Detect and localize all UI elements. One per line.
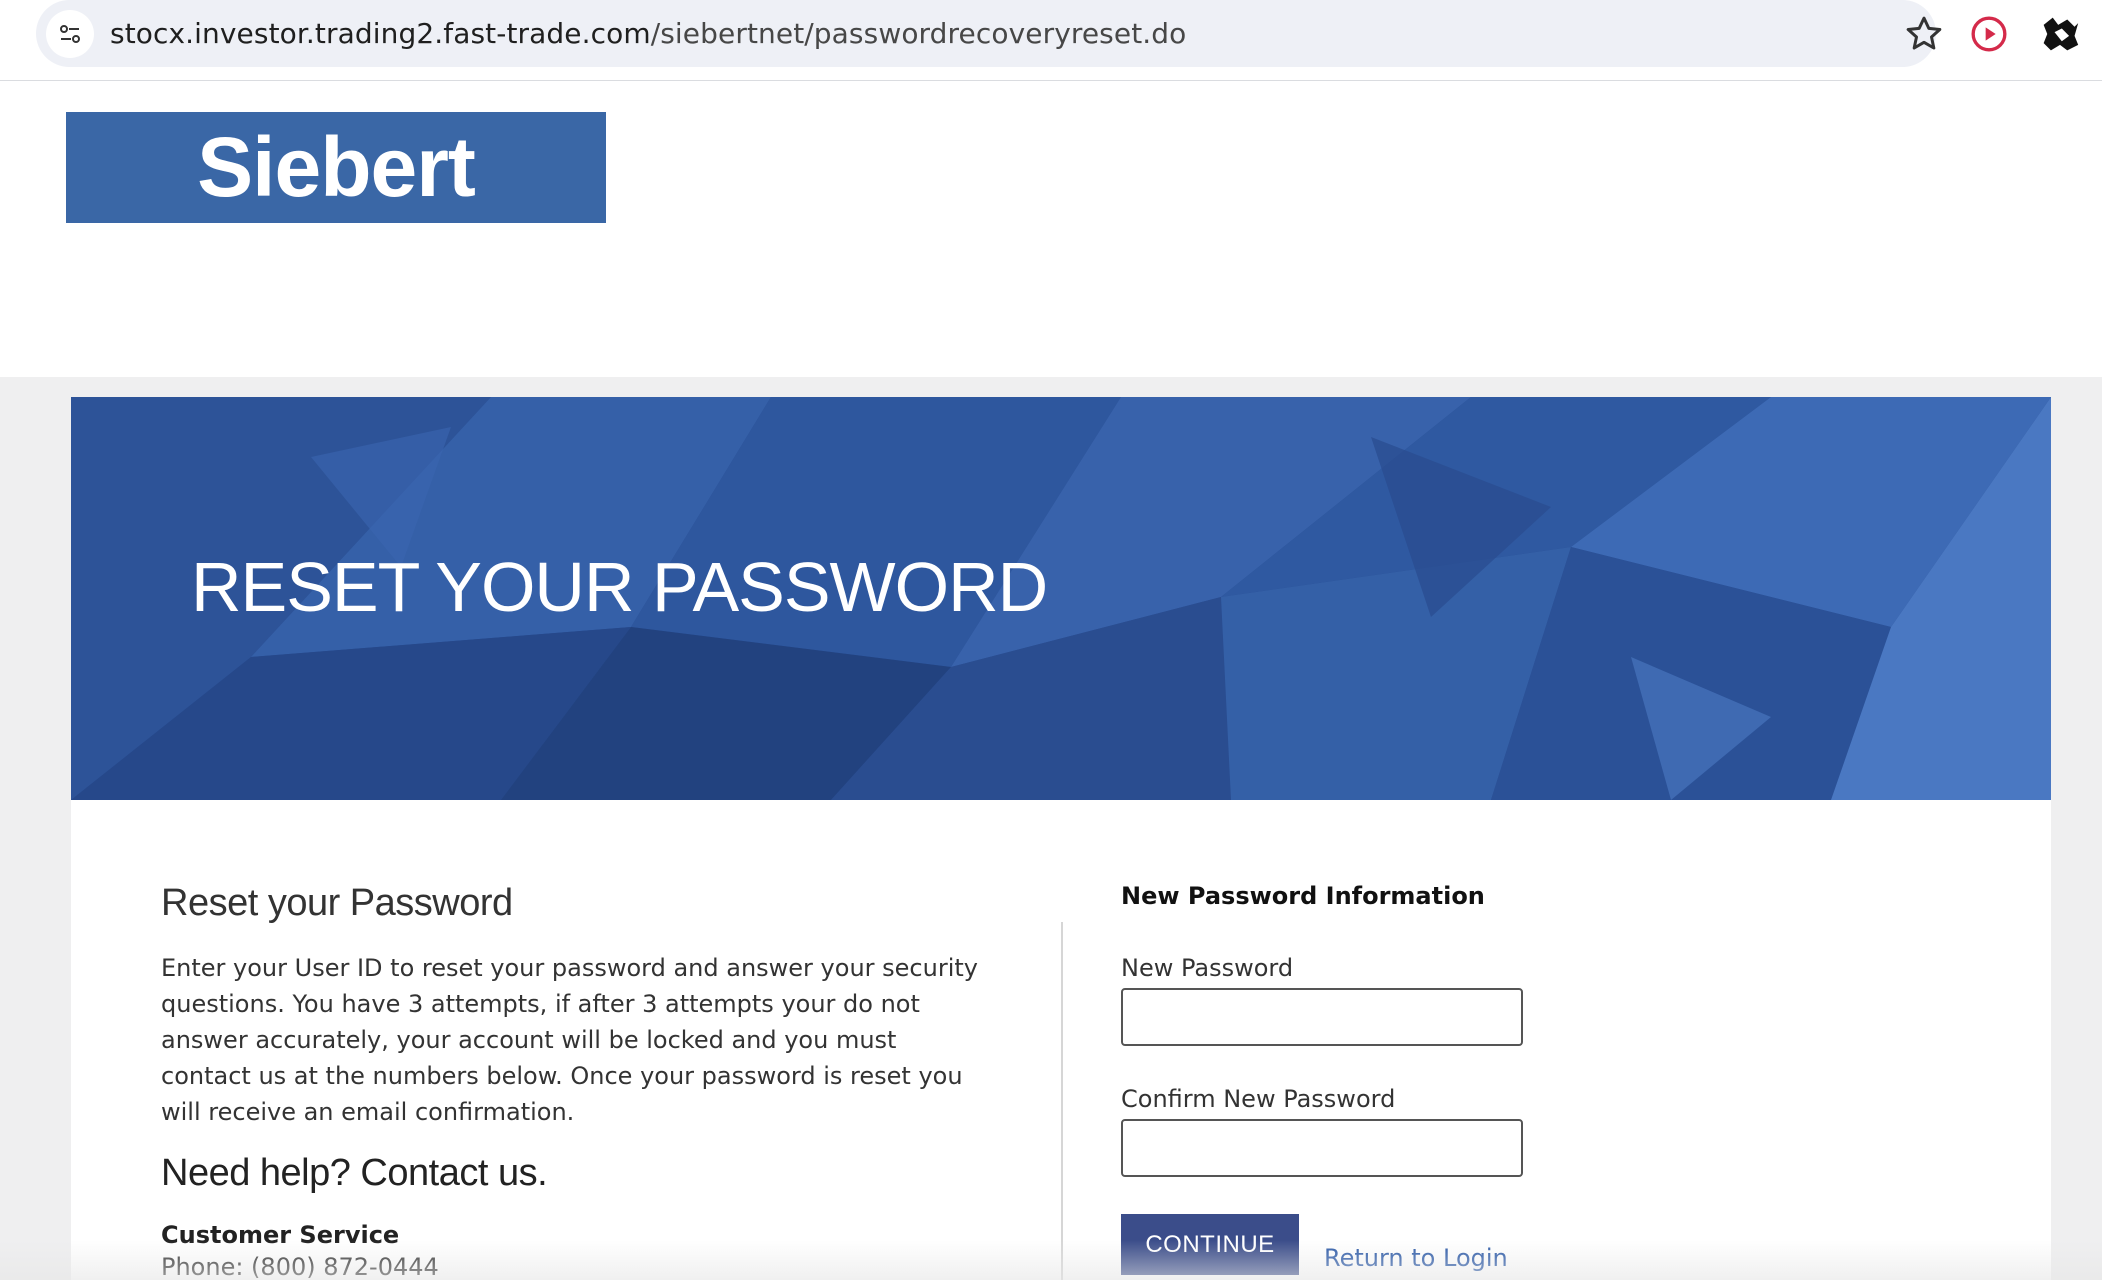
customer-service-label: Customer Service xyxy=(161,1221,400,1249)
column-divider xyxy=(1061,922,1063,1280)
siebert-logo[interactable]: Siebert xyxy=(66,112,606,223)
info-intro: Enter your User ID to reset your passwor… xyxy=(161,954,978,1126)
address-bar[interactable]: stocx.investor.trading2.fast-trade.com/s… xyxy=(36,0,1942,67)
customer-service-phone: Phone: (800) 872-0444 xyxy=(161,1253,439,1280)
info-column: Reset your Password Enter your User ID t… xyxy=(161,882,978,1280)
banner-title: RESET YOUR PASSWORD xyxy=(191,548,1048,626)
logo-text: Siebert xyxy=(197,120,476,214)
url-path: /siebertnet/passwordrecoveryreset.do xyxy=(650,17,1187,50)
help-heading: Need help? Contact us. xyxy=(161,1152,548,1194)
bookmark-star-icon[interactable] xyxy=(1904,14,1944,54)
new-password-input[interactable] xyxy=(1121,988,1523,1046)
browser-toolbar: stocx.investor.trading2.fast-trade.com/s… xyxy=(0,0,2102,81)
continue-button[interactable]: CONTINUE xyxy=(1121,1214,1299,1275)
extension-icon[interactable] xyxy=(2038,14,2082,54)
info-heading: Reset your Password xyxy=(161,882,513,924)
new-password-form: New Password Information New Password Co… xyxy=(1121,882,1621,1275)
hero-banner: RESET YOUR PASSWORD xyxy=(71,397,2051,800)
url-host: stocx.investor.trading2.fast-trade.com xyxy=(110,17,651,50)
return-to-login-link[interactable]: Return to Login xyxy=(1324,1244,1508,1272)
url-text[interactable]: stocx.investor.trading2.fast-trade.com/s… xyxy=(110,17,1186,50)
new-password-label: New Password xyxy=(1121,954,1294,982)
confirm-password-label: Confirm New Password xyxy=(1121,1085,1396,1113)
site-info-icon[interactable] xyxy=(46,10,94,58)
record-extension-icon[interactable] xyxy=(1969,14,2009,54)
form-title: New Password Information xyxy=(1121,882,1485,910)
confirm-password-input[interactable] xyxy=(1121,1119,1523,1177)
content-card: Reset your Password Enter your User ID t… xyxy=(71,800,2051,1280)
site-header: Siebert xyxy=(0,81,2102,377)
